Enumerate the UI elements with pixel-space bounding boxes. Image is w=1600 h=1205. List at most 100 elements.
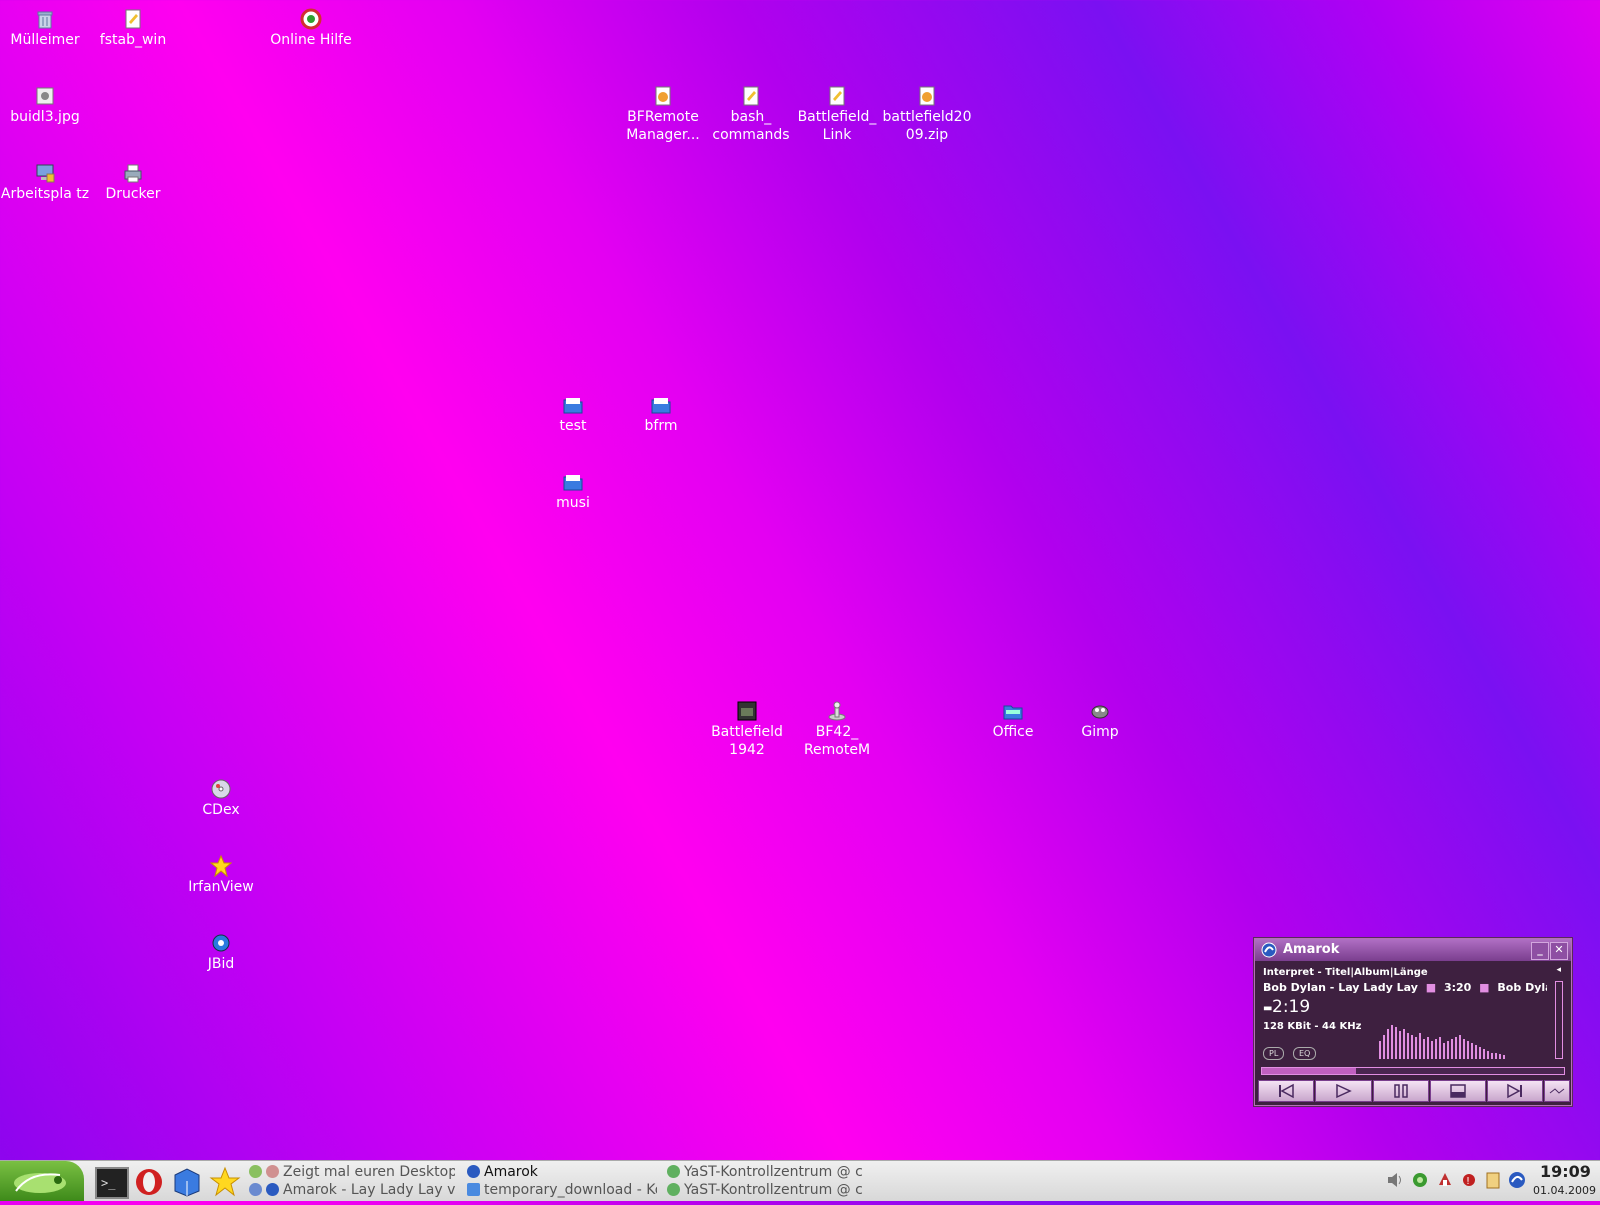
game-icon [737,701,757,721]
desktop-icon-label: test [559,418,587,434]
desktop-icon-bflink[interactable]: Battlefield_ Link [792,85,882,144]
desktop-icon-arbeitsplatz[interactable]: Arbeitspla tz [0,162,90,203]
desktop-icon-office[interactable]: Office [968,700,1058,741]
folder-icon [651,398,671,414]
network-tray-icon[interactable] [1411,1171,1429,1189]
desktop-icon-buidl3[interactable]: buidl3.jpg [0,85,90,126]
desktop-icon-label: bash_ commands [712,109,790,143]
task-label: temporary_download - Kon [484,1182,657,1198]
desktop-icon-musi[interactable]: musi [528,471,618,512]
stop-icon [1450,1084,1466,1098]
stop-button[interactable] [1430,1080,1486,1102]
desktop-icon-label: Office [992,724,1034,740]
analyzer-bar [1475,1045,1477,1059]
analyzer-bar [1495,1053,1497,1059]
analyzer-bar [1391,1025,1393,1059]
desktop-icon-irfanview[interactable]: IrfanView [176,855,266,896]
svg-text:!: ! [1466,1176,1470,1187]
image-file-icon [36,87,54,105]
mode-icon [1549,1088,1565,1094]
task-label: Amarok - Lay Lady Lay vom [283,1182,455,1198]
yast-icon [667,1165,680,1178]
desktop-icon-label: Gimp [1081,724,1119,740]
volume-icon[interactable] [1386,1171,1404,1189]
suse-gecko-icon [14,1173,66,1193]
analyzer-bar [1439,1037,1441,1059]
task-label: Zeigt mal euren Desktop! - [283,1164,455,1180]
analyzer-bar [1423,1039,1425,1059]
network-icon [249,1183,262,1196]
desktop-icon-test[interactable]: test [528,394,618,435]
task-item-active[interactable]: Amarok [467,1163,657,1181]
task-item[interactable]: temporary_download - Kon [467,1181,657,1199]
volume-slider[interactable] [1555,981,1563,1059]
desktop-icon-bfremote[interactable]: BFRemote Manager... [618,85,708,144]
updater-icon[interactable] [1436,1171,1454,1189]
desktop-icon-jbid[interactable]: JBid [176,932,266,973]
trash-icon [37,11,53,29]
desktop-icon-bfzip[interactable]: battlefield20 09.zip [882,85,972,144]
task-item[interactable]: Amarok - Lay Lady Lay vom [249,1181,455,1199]
playlist-button[interactable]: PL [1263,1047,1285,1060]
desktop-icon-cdex[interactable]: CDex [176,778,266,819]
clock-time[interactable]: 19:09 [1540,1162,1591,1181]
task-item[interactable]: YaST-Kontrollzentrum @ c [667,1163,862,1181]
task-item[interactable]: Zeigt mal euren Desktop! - [249,1163,455,1181]
opera-icon [266,1165,279,1178]
desktop-icon-bf42remote[interactable]: BF42_ RemoteM [792,700,882,759]
analyzer-bar [1479,1047,1481,1059]
folder-icon [467,1183,480,1196]
taskbar: >_ Zeigt mal euren Desktop! - Amarok YaS… [0,1160,1600,1201]
notification-icon[interactable]: ! [1460,1171,1478,1189]
seek-bar[interactable] [1261,1067,1565,1075]
equalizer-button[interactable]: EQ [1293,1047,1317,1060]
favorites-launcher[interactable] [209,1166,241,1198]
terminal-launcher[interactable]: >_ [95,1167,129,1199]
opera-launcher[interactable] [134,1167,164,1197]
browser-icon [249,1165,262,1178]
analyzer-bar [1459,1035,1461,1059]
analyzer-bar [1451,1039,1453,1059]
task-label: YaST-Kontrollzentrum @ c [684,1164,862,1180]
task-item[interactable]: YaST-Kontrollzentrum @ c [667,1181,862,1199]
clipboard-icon[interactable] [1484,1171,1502,1189]
desktop-icon-fstab[interactable]: fstab_win [88,8,178,49]
desktop-icon-gimp[interactable]: Gimp [1055,700,1145,741]
desktop-icon-muelleimer[interactable]: Mülleimer [0,8,90,49]
gear-icon [212,934,230,952]
analyzer-bar [1487,1051,1489,1059]
minimize-button[interactable]: _ [1531,942,1549,960]
printer-icon [124,164,142,183]
desktop-icon-label: IrfanView [188,879,254,895]
desktop-icon-onlinehilfe[interactable]: Online Hilfe [266,8,356,49]
controls-row [1258,1080,1570,1102]
mode-button[interactable] [1544,1080,1570,1102]
start-menu-button[interactable] [0,1161,84,1201]
collapse-arrow-icon[interactable]: ◂ [1556,965,1561,975]
desktop-icon-bf1942[interactable]: Battlefield 1942 [702,700,792,759]
desktop-icon-label: fstab_win [99,32,167,48]
office-folder-icon [1003,705,1023,720]
amarok-window[interactable]: Amarok _ ✕ Interpret - Titel|Album|Länge… [1254,938,1572,1106]
desktop-icon-bash[interactable]: bash_ commands [706,85,796,144]
amarok-titlebar[interactable]: Amarok _ ✕ [1255,939,1571,961]
analyzer-bar [1463,1039,1465,1059]
folder-icon [563,475,583,491]
analyzer-bar [1483,1049,1485,1059]
previous-button[interactable] [1258,1080,1314,1102]
desktop-icon-drucker[interactable]: Drucker [88,162,178,203]
clock-date[interactable]: 01.04.2009 [1533,1184,1596,1197]
playback-time: 2:19 [1272,997,1311,1017]
filemanager-launcher[interactable] [171,1167,203,1197]
amarok-icon [266,1183,279,1196]
pause-icon [1394,1084,1408,1098]
play-button[interactable] [1315,1080,1372,1102]
pause-button[interactable] [1373,1080,1429,1102]
close-button[interactable]: ✕ [1550,942,1568,960]
desktop-icon-bfrm[interactable]: bfrm [616,394,706,435]
next-button[interactable] [1487,1080,1543,1102]
amarok-tray-icon[interactable] [1508,1171,1526,1189]
amarok-icon [467,1165,480,1178]
task-label: YaST-Kontrollzentrum @ c [684,1182,862,1198]
folder-icon [563,398,583,414]
